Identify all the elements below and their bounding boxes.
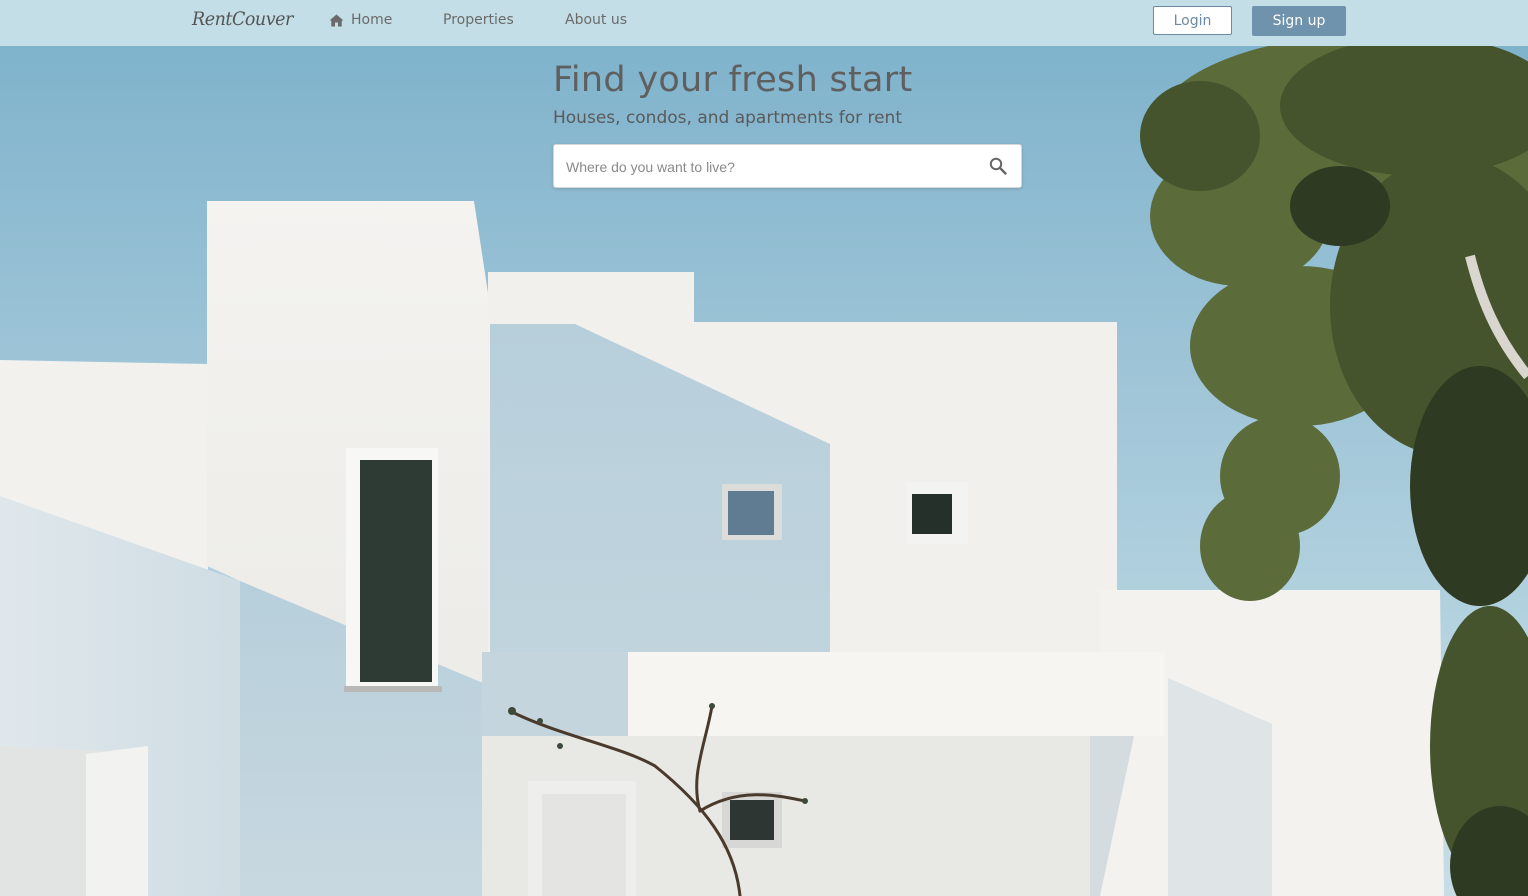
brand-logo[interactable]: RentCouver — [192, 8, 293, 30]
nav-home-label: Home — [351, 12, 393, 28]
hero-section: Find your fresh start Houses, condos, an… — [0, 46, 1528, 896]
nav-about-label: About us — [565, 12, 628, 28]
top-navbar: RentCouver Home Properties About us Logi… — [0, 0, 1528, 46]
home-icon — [329, 14, 344, 27]
search-bar — [553, 144, 1022, 189]
hero-title: Find your fresh start — [553, 60, 913, 100]
signup-button[interactable]: Sign up — [1252, 6, 1346, 36]
login-button[interactable]: Login — [1153, 6, 1232, 35]
nav-about-link[interactable]: About us — [565, 12, 627, 28]
nav-properties-label: Properties — [443, 12, 514, 28]
hero-subtitle: Houses, condos, and apartments for rent — [553, 108, 902, 128]
nav-properties-link[interactable]: Properties — [443, 12, 514, 28]
location-search-input[interactable] — [564, 145, 978, 189]
nav-home-link[interactable]: Home — [329, 12, 392, 28]
search-icon[interactable] — [989, 157, 1007, 179]
